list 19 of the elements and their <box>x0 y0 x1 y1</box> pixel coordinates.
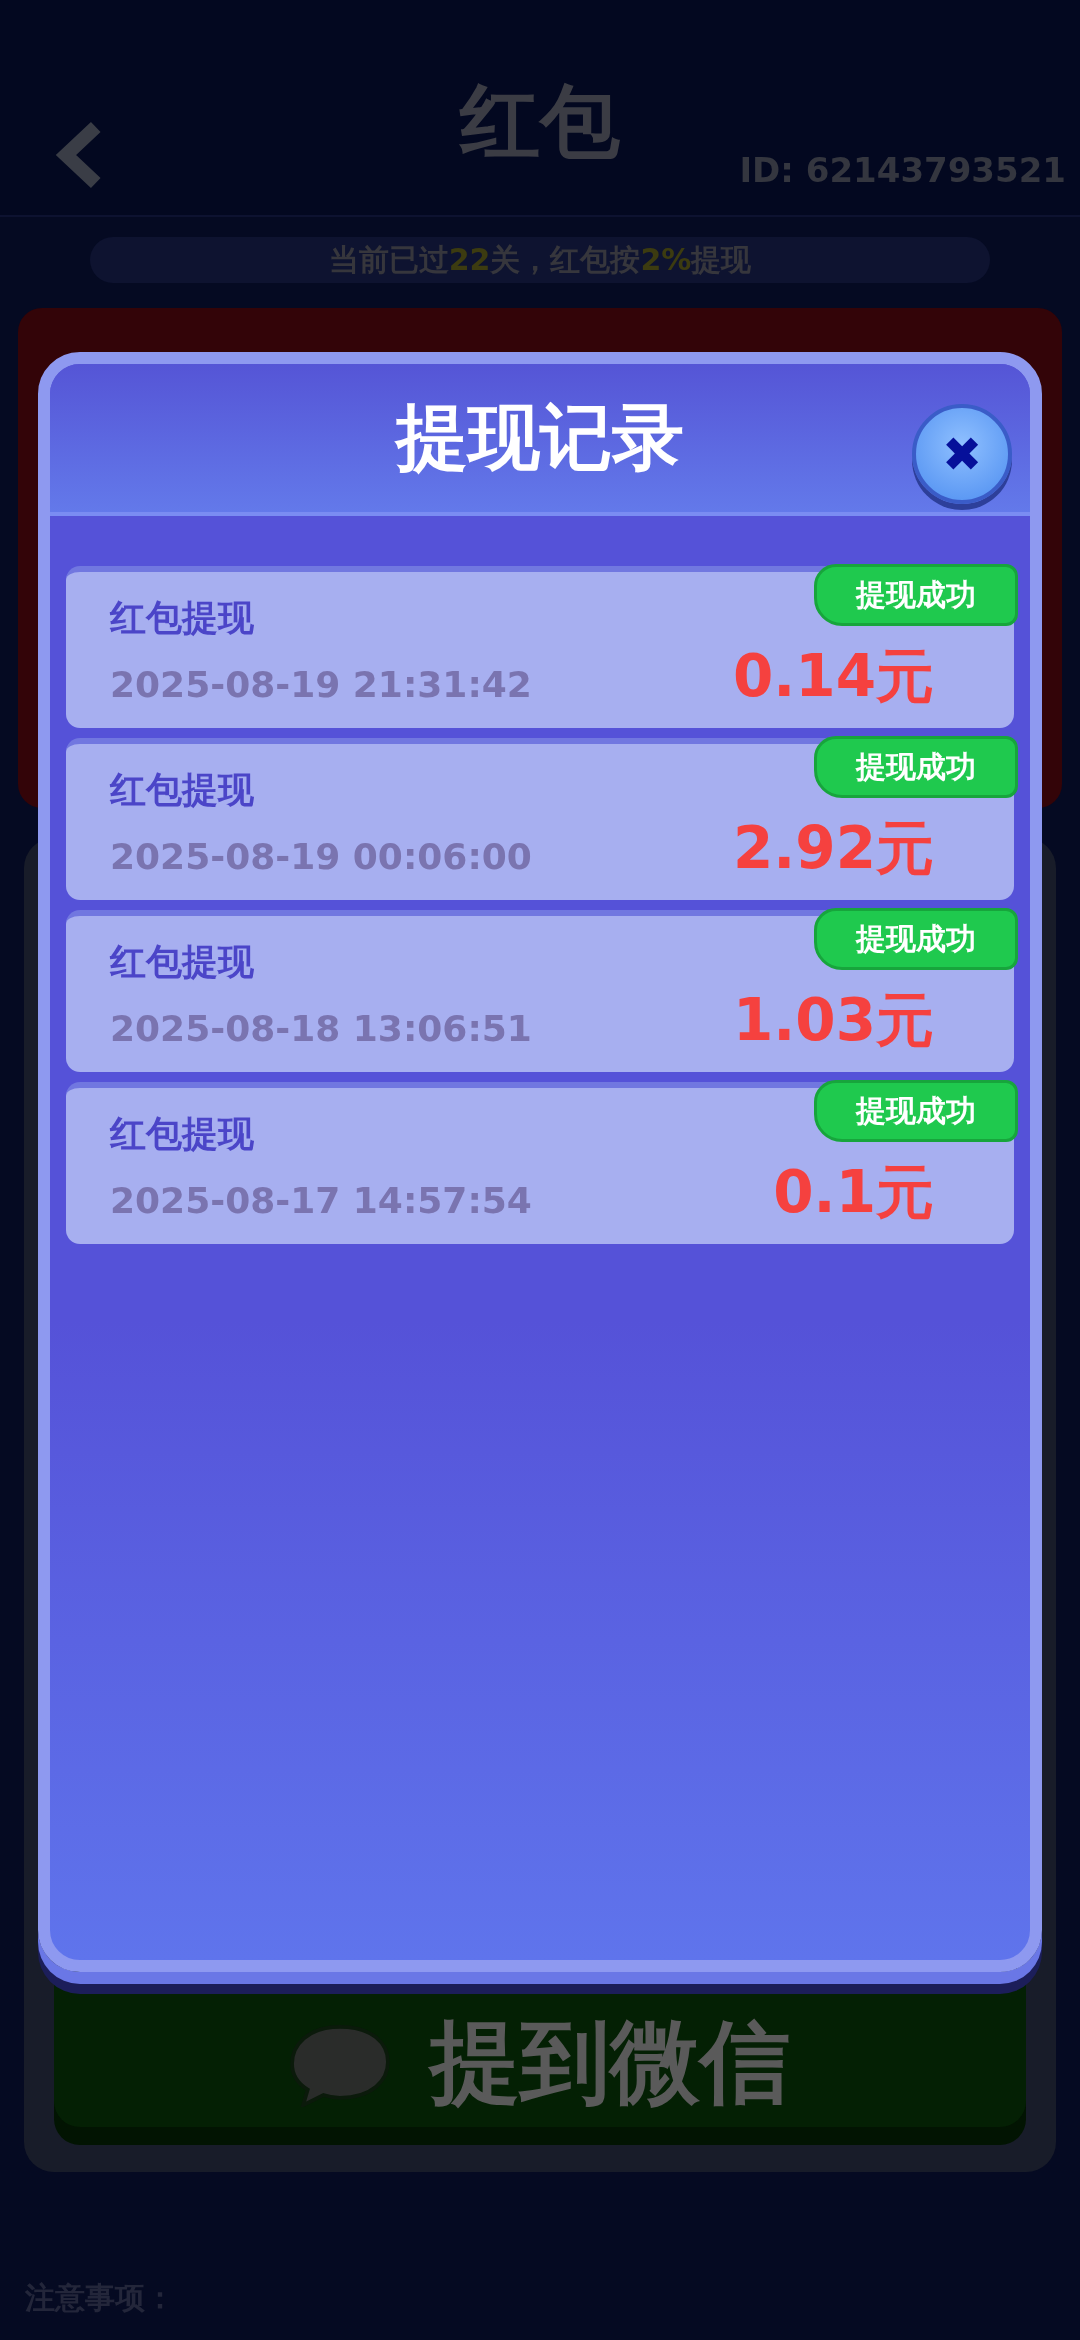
page-title: 红包 <box>460 73 620 170</box>
dialog-title: 提现记录 <box>396 394 684 481</box>
record-title: 红包提现 <box>110 596 254 640</box>
status-badge: 提现成功 <box>814 736 1018 798</box>
record-amount: 0.14元 <box>732 641 934 712</box>
record-amount: 2.92元 <box>732 813 934 884</box>
record-title: 红包提现 <box>110 940 254 984</box>
record-title: 红包提现 <box>110 768 254 812</box>
record-amount: 0.1元 <box>773 1157 934 1228</box>
record-time: 2025-08-19 21:31:42 <box>110 664 532 705</box>
record-amount: 1.03元 <box>732 985 934 1056</box>
chat-icon <box>290 2025 390 2107</box>
status-badge: 提现成功 <box>814 564 1018 626</box>
record-time: 2025-08-19 00:06:00 <box>110 836 532 877</box>
record-time: 2025-08-18 13:06:51 <box>110 1008 532 1049</box>
status-badge: 提现成功 <box>814 908 1018 970</box>
status-badge: 提现成功 <box>814 1080 1018 1142</box>
record-time: 2025-08-17 14:57:54 <box>110 1180 532 1221</box>
record-title: 红包提现 <box>110 1112 254 1156</box>
